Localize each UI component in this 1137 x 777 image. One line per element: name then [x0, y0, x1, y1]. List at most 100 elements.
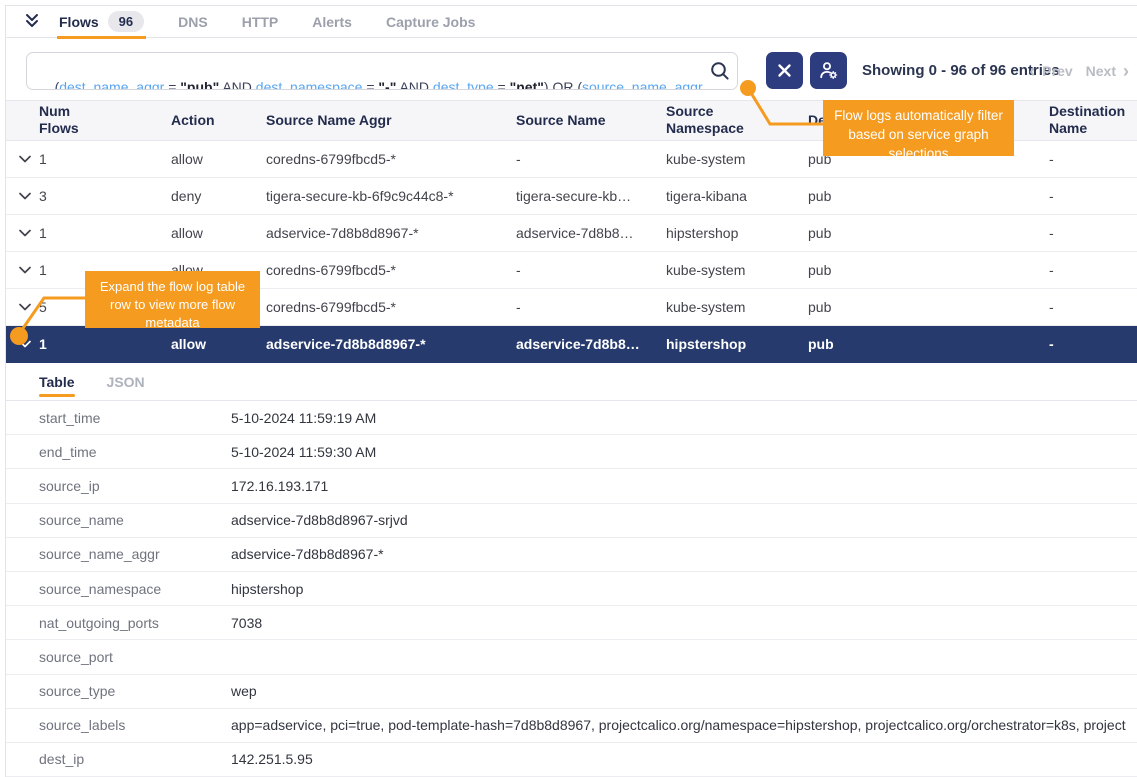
detail-key: source_name [39, 512, 231, 528]
collapse-panel-button[interactable] [21, 11, 43, 33]
cell-action: deny [171, 188, 266, 204]
cell-source-name-aggr: coredns-6799fbcd5-* [266, 262, 516, 278]
detail-key: source_port [39, 649, 231, 665]
cell-source-namespace: tigera-kibana [666, 188, 808, 204]
query-segment: source_name_aggr [582, 79, 703, 90]
cell-destination-name: - [1049, 299, 1137, 315]
cell-source-name-aggr: coredns-6799fbcd5-* [266, 151, 516, 167]
log-tab[interactable]: Alerts [310, 6, 354, 38]
column-header[interactable]: Num Flows [39, 103, 97, 138]
next-chevron-icon[interactable]: › [1123, 62, 1129, 80]
log-tab[interactable]: Flows 96 [57, 6, 146, 38]
detail-key: source_ip [39, 478, 231, 494]
log-tab[interactable]: HTTP [240, 6, 281, 38]
detail-tabbar: Table JSON [6, 363, 1137, 401]
cell-source-name: adservice-7d8b8… [516, 225, 666, 241]
table-row[interactable]: 1 allow adservice-7d8b8d8967-* adservice… [6, 215, 1137, 252]
detail-value: hipstershop [231, 581, 1137, 597]
cell-destination-name: - [1049, 188, 1137, 204]
cell-source-name: adservice-7d8b8… [516, 336, 666, 352]
detail-key: dest_ip [39, 751, 231, 767]
detail-tab-label: JSON [107, 374, 145, 390]
cell-source-namespace: hipstershop [666, 225, 808, 241]
log-type-tabbar: Flows 96 DNS HTTP Alerts [6, 6, 1137, 38]
next-button[interactable]: Next [1086, 63, 1116, 79]
column-header[interactable]: Destination Name [1049, 103, 1137, 138]
search-icon [709, 60, 731, 82]
flow-detail-table: start_time 5-10-2024 11:59:19 AM end_tim… [6, 401, 1137, 777]
search-button[interactable] [703, 53, 737, 89]
query-segment: dest_name_aggr [59, 79, 164, 90]
expand-row-chevron-icon[interactable] [19, 266, 39, 274]
cell-source-name-aggr: adservice-7d8b8d8967-* [266, 225, 516, 241]
cell-destination-name: - [1049, 225, 1137, 241]
detail-key: source_type [39, 683, 231, 699]
clear-filter-button[interactable] [766, 52, 803, 89]
query-segment: = [362, 79, 378, 90]
cell-destination-name: - [1049, 151, 1137, 167]
detail-row: source_port [6, 640, 1137, 674]
close-icon [777, 63, 792, 78]
detail-key: source_labels [39, 717, 231, 733]
cell-action: allow [171, 336, 266, 352]
query-segment: = [164, 79, 180, 90]
callout-expand-hint: Expand the flow log table row to view mo… [85, 271, 260, 328]
expand-row-chevron-icon[interactable] [19, 303, 39, 311]
query-segment: "-" [378, 79, 396, 90]
cell-destination-name: - [1049, 336, 1137, 352]
expand-row-chevron-icon[interactable] [19, 340, 39, 348]
detail-tab[interactable]: JSON [107, 363, 145, 401]
cell-source-name: - [516, 262, 666, 278]
detail-key: source_name_aggr [39, 546, 231, 562]
log-tab[interactable]: DNS [176, 6, 210, 38]
detail-tab[interactable]: Table [39, 363, 75, 401]
detail-row: nat_outgoing_ports 7038 [6, 606, 1137, 640]
cell-source-name: tigera-secure-kb… [516, 188, 666, 204]
log-tab-label: DNS [178, 14, 208, 30]
filter-query-input[interactable]: (dest_name_aggr = "pub" AND dest_namespa… [26, 52, 738, 90]
cell-dest-name-aggr: pub [808, 262, 1049, 278]
cell-source-namespace: hipstershop [666, 336, 808, 352]
column-header[interactable]: Source Name [516, 112, 605, 130]
cell-action: allow [171, 225, 266, 241]
prev-chevron-icon[interactable]: ‹ [1029, 62, 1035, 80]
callout-filter-hint: Flow logs automatically filter based on … [823, 100, 1014, 156]
query-segment: AND [396, 79, 433, 90]
expand-row-chevron-icon[interactable] [19, 192, 39, 200]
expand-row-chevron-icon[interactable] [19, 229, 39, 237]
cell-source-name: - [516, 151, 666, 167]
query-segment: AND [219, 79, 256, 90]
cell-source-name-aggr: tigera-secure-kb-6f9c9c44c8-* [266, 188, 516, 204]
query-segment: = [494, 79, 510, 90]
column-header[interactable]: Source Namespace [666, 103, 758, 138]
cell-dest-name-aggr: pub [808, 225, 1049, 241]
detail-value: 7038 [231, 615, 1137, 631]
cell-source-namespace: kube-system [666, 151, 808, 167]
detail-row: end_time 5-10-2024 11:59:30 AM [6, 435, 1137, 469]
detail-row: source_name adservice-7d8b8d8967-srjvd [6, 504, 1137, 538]
detail-row: source_namespace hipstershop [6, 572, 1137, 606]
double-chevron-down-icon [23, 13, 41, 30]
cell-source-namespace: kube-system [666, 262, 808, 278]
detail-row: source_ip 172.16.193.171 [6, 469, 1137, 503]
filter-query-text: (dest_name_aggr = "pub" AND dest_namespa… [27, 52, 703, 90]
user-settings-button[interactable] [810, 52, 847, 89]
detail-row: dest_ip 142.251.5.95 [6, 743, 1137, 777]
pagination: ‹ Prev Next › [1029, 52, 1129, 89]
cell-source-name-aggr: coredns-6799fbcd5-* [266, 299, 516, 315]
detail-value: app=adservice, pci=true, pod-template-ha… [231, 717, 1137, 733]
detail-key: start_time [39, 410, 231, 426]
log-tab-label: Capture Jobs [386, 14, 475, 30]
detail-key: source_namespace [39, 581, 231, 597]
detail-value: wep [231, 683, 1137, 699]
cell-num-flows: 1 [39, 336, 171, 352]
column-header[interactable]: Source Name Aggr [266, 112, 392, 130]
cell-num-flows: 1 [39, 151, 171, 167]
prev-button[interactable]: Prev [1042, 63, 1072, 79]
column-header[interactable]: Action [171, 112, 215, 130]
query-segment: dest_namespace [256, 79, 363, 90]
log-tab[interactable]: Capture Jobs [384, 6, 477, 38]
table-row[interactable]: 3 deny tigera-secure-kb-6f9c9c44c8-* tig… [6, 178, 1137, 215]
log-tab-label: Flows [59, 14, 99, 30]
expand-row-chevron-icon[interactable] [19, 155, 39, 163]
